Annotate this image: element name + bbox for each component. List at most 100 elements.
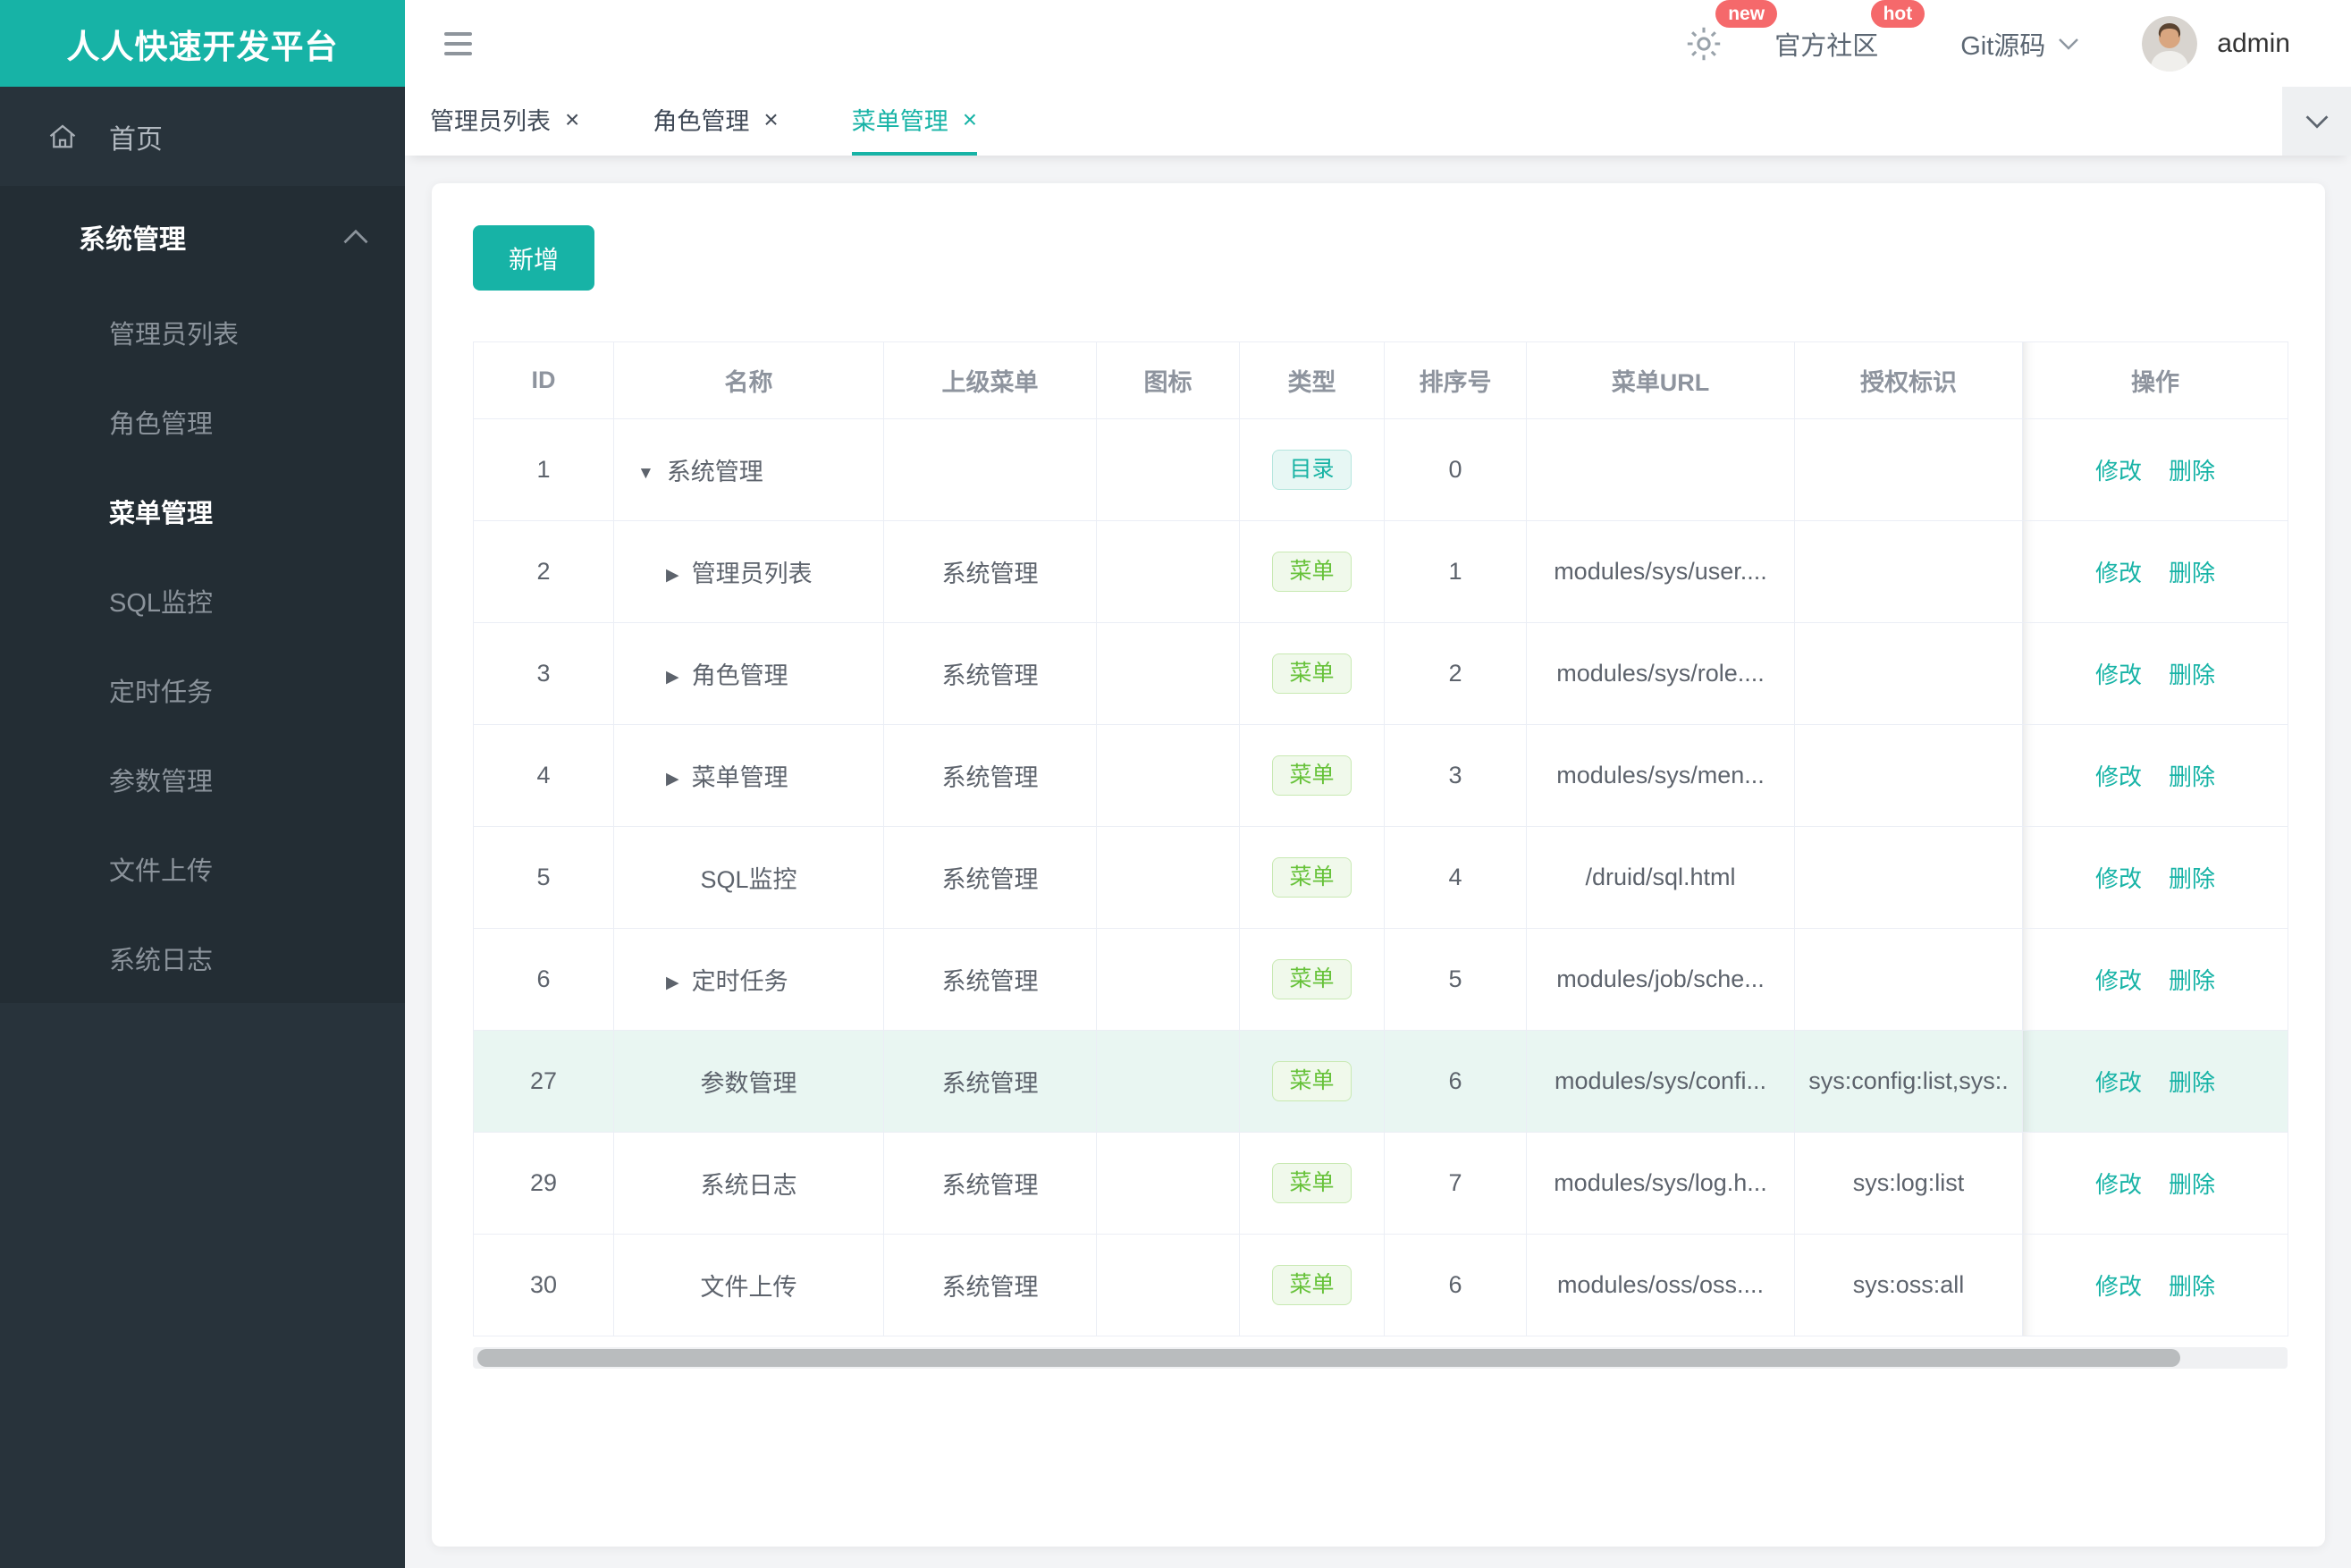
app-logo: 人人快速开发平台 bbox=[0, 0, 405, 87]
tree-toggle-icon[interactable]: ▶ bbox=[666, 667, 679, 687]
sidebar-item-home[interactable]: 首页 bbox=[0, 87, 405, 186]
edit-link[interactable]: 修改 bbox=[2095, 458, 2142, 485]
cell-icon bbox=[1096, 1234, 1240, 1336]
edit-link[interactable]: 修改 bbox=[2095, 1171, 2142, 1198]
sidebar-item[interactable]: 文件上传 bbox=[0, 824, 405, 914]
delete-link[interactable]: 删除 bbox=[2169, 865, 2215, 892]
close-icon[interactable]: × bbox=[963, 106, 977, 132]
cell-name: ▼ 系统管理 bbox=[613, 418, 884, 521]
tree-toggle-icon[interactable]: ▶ bbox=[666, 769, 679, 789]
menu-name: 参数管理 bbox=[700, 1070, 797, 1097]
cell-menu-url: modules/sys/role.... bbox=[1526, 622, 1795, 725]
tab[interactable]: 管理员列表 × bbox=[430, 87, 579, 156]
type-badge: 菜单 bbox=[1272, 857, 1352, 898]
col-header-icon: 图标 bbox=[1096, 341, 1240, 419]
edit-link[interactable]: 修改 bbox=[2095, 1273, 2142, 1300]
cell-icon bbox=[1096, 622, 1240, 725]
sidebar-item[interactable]: 角色管理 bbox=[0, 377, 405, 467]
community-link[interactable]: 官方社区 hot bbox=[1774, 0, 1925, 63]
cell-parent-menu: 系统管理 bbox=[883, 1030, 1097, 1133]
table-row: 30 文件上传 系统管理 菜单 6 modules/oss/oss.... sy… bbox=[473, 1234, 2288, 1336]
cell-type: 菜单 bbox=[1239, 622, 1385, 725]
cell-order: 5 bbox=[1384, 928, 1527, 1031]
cell-id: 2 bbox=[473, 520, 614, 623]
delete-link[interactable]: 删除 bbox=[2169, 763, 2215, 790]
sidebar-item[interactable]: SQL监控 bbox=[0, 556, 405, 645]
sidebar-item[interactable]: 管理员列表 bbox=[0, 288, 405, 377]
menu-name: SQL监控 bbox=[700, 866, 797, 893]
edit-link[interactable]: 修改 bbox=[2095, 1069, 2142, 1096]
table-row: 3 ▶ 角色管理 系统管理 菜单 2 modules/sys/role.... 修… bbox=[473, 622, 2288, 725]
menu-toggle-icon[interactable] bbox=[444, 31, 472, 55]
type-badge: 菜单 bbox=[1272, 755, 1352, 796]
cell-type: 菜单 bbox=[1239, 826, 1385, 929]
community-label: 官方社区 bbox=[1774, 31, 1879, 61]
settings-button[interactable]: new bbox=[1683, 0, 1778, 64]
cell-id: 30 bbox=[473, 1234, 614, 1336]
username[interactable]: admin bbox=[2217, 29, 2290, 59]
content-card: 新增 ID 名称 上级菜单 图标 类型 排序号 菜单URL 授权标识 操作 1 … bbox=[432, 183, 2325, 1547]
add-button[interactable]: 新增 bbox=[473, 225, 594, 291]
cell-icon bbox=[1096, 826, 1240, 929]
delete-link[interactable]: 删除 bbox=[2169, 560, 2215, 586]
edit-link[interactable]: 修改 bbox=[2095, 560, 2142, 586]
tab[interactable]: 角色管理 × bbox=[653, 87, 778, 156]
tree-toggle-icon[interactable]: ▶ bbox=[666, 565, 679, 586]
top-bar: 人人快速开发平台 new 官方社区 hot Git源码 admin bbox=[0, 0, 2351, 87]
tab[interactable]: 菜单管理 × bbox=[851, 87, 978, 156]
cell-parent-menu: 系统管理 bbox=[883, 724, 1097, 827]
cell-menu-url: modules/sys/user.... bbox=[1526, 520, 1795, 623]
sidebar-item[interactable]: 参数管理 bbox=[0, 735, 405, 824]
table-row: 4 ▶ 菜单管理 系统管理 菜单 3 modules/sys/men... 修改删… bbox=[473, 724, 2288, 827]
chevron-down-icon bbox=[2305, 114, 2328, 129]
avatar[interactable] bbox=[2142, 15, 2198, 72]
cell-perm bbox=[1794, 928, 2023, 1031]
cell-menu-url bbox=[1526, 418, 1795, 521]
new-badge: new bbox=[1715, 0, 1778, 28]
menu-name: 角色管理 bbox=[691, 662, 788, 689]
cell-icon bbox=[1096, 724, 1240, 827]
menu-name: 菜单管理 bbox=[691, 764, 788, 791]
delete-link[interactable]: 删除 bbox=[2169, 458, 2215, 485]
close-icon[interactable]: × bbox=[763, 106, 778, 132]
edit-link[interactable]: 修改 bbox=[2095, 763, 2142, 790]
cell-id: 27 bbox=[473, 1030, 614, 1133]
tree-toggle-icon[interactable]: ▶ bbox=[666, 973, 679, 993]
menu-name: 管理员列表 bbox=[691, 561, 813, 587]
horizontal-scrollbar-track[interactable] bbox=[473, 1347, 2288, 1369]
sidebar-item[interactable]: 定时任务 bbox=[0, 645, 405, 735]
cell-type: 菜单 bbox=[1239, 724, 1385, 827]
horizontal-scrollbar-thumb[interactable] bbox=[477, 1349, 2180, 1367]
table-row: 27 参数管理 系统管理 菜单 6 modules/sys/confi... s… bbox=[473, 1030, 2288, 1133]
delete-link[interactable]: 删除 bbox=[2169, 967, 2215, 994]
edit-link[interactable]: 修改 bbox=[2095, 967, 2142, 994]
cell-name: 参数管理 bbox=[613, 1030, 884, 1133]
delete-link[interactable]: 删除 bbox=[2169, 1171, 2215, 1198]
cell-perm: sys:config:list,sys:. bbox=[1794, 1030, 2023, 1133]
type-badge: 菜单 bbox=[1272, 1061, 1352, 1101]
git-source-dropdown[interactable]: Git源码 bbox=[1960, 25, 2079, 63]
cell-order: 7 bbox=[1384, 1132, 1527, 1235]
sidebar-section-title[interactable]: 系统管理 bbox=[0, 186, 405, 288]
delete-link[interactable]: 删除 bbox=[2169, 1273, 2215, 1300]
cell-name: 文件上传 bbox=[613, 1234, 884, 1336]
git-source-label: Git源码 bbox=[1960, 31, 2046, 61]
cell-id: 1 bbox=[473, 418, 614, 521]
col-header-actions: 操作 bbox=[2022, 341, 2288, 419]
sidebar-item[interactable]: 系统日志 bbox=[0, 914, 405, 1003]
tabs-expand-button[interactable] bbox=[2282, 87, 2351, 156]
edit-link[interactable]: 修改 bbox=[2095, 865, 2142, 892]
cell-icon bbox=[1096, 1030, 1240, 1133]
sidebar-item[interactable]: 菜单管理 bbox=[0, 467, 405, 556]
col-header-url: 菜单URL bbox=[1526, 341, 1795, 419]
close-icon[interactable]: × bbox=[565, 106, 579, 132]
type-badge: 菜单 bbox=[1272, 959, 1352, 999]
cell-name: ▶ 管理员列表 bbox=[613, 520, 884, 623]
cell-order: 4 bbox=[1384, 826, 1527, 929]
cell-menu-url: modules/job/sche... bbox=[1526, 928, 1795, 1031]
edit-link[interactable]: 修改 bbox=[2095, 662, 2142, 688]
delete-link[interactable]: 删除 bbox=[2169, 1069, 2215, 1096]
cell-actions: 修改 删除 bbox=[2022, 1234, 2288, 1336]
delete-link[interactable]: 删除 bbox=[2169, 662, 2215, 688]
tree-toggle-icon[interactable]: ▼ bbox=[637, 464, 654, 484]
